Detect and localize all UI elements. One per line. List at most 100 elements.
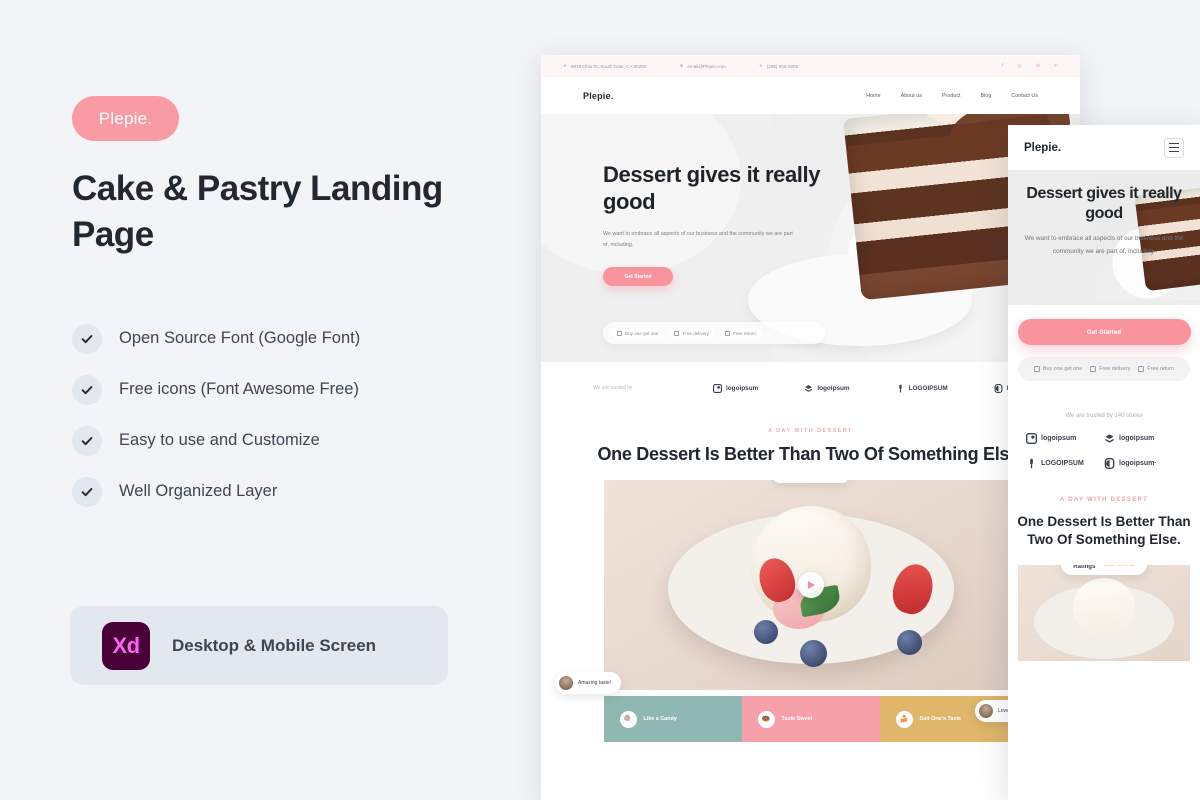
desktop-hero: Dessert gives it really good We want to … <box>541 114 1080 362</box>
hero-copy: Dessert gives it really good We want to … <box>603 162 833 287</box>
logo-item: logoipsum <box>1104 433 1182 444</box>
logoipsum-pin-icon <box>899 384 902 392</box>
pill-label: Free return <box>1147 366 1175 372</box>
get-started-button[interactable]: Get Started <box>603 267 673 287</box>
logoipsum-square-icon <box>1026 433 1037 444</box>
logoipsum-stack-icon <box>805 384 813 392</box>
section-title: One Dessert Is Better Than Two Of Someth… <box>1017 514 1191 547</box>
phone-text: (205) 555-0000 <box>766 63 799 69</box>
pill-label: Free return <box>733 330 756 336</box>
brand-pill-label: Plepie. <box>98 108 153 128</box>
pill-buy-one-get-one: Buy one get one <box>1033 366 1082 372</box>
nav-item-contact-us[interactable]: Contact Us <box>1011 93 1038 99</box>
dessert-photo: 5.0 Ratings ★★★★★ <box>1018 564 1190 661</box>
desktop-navbar: Plepie. Home About us Product Blog Conta… <box>541 77 1080 114</box>
hamburger-menu-icon[interactable] <box>1164 137 1184 158</box>
logo-label: logoipsum <box>817 384 850 392</box>
logoipsum-stack-icon <box>1105 434 1114 443</box>
check-icon <box>72 323 102 354</box>
left-info-panel: Plepie. Cake & Pastry Landing Page Open … <box>0 0 541 800</box>
desktop-trusted-section: We are trusted by logoipsum logoipsum LO… <box>541 362 1080 414</box>
trusted-label: We are trusted by 140 stores <box>1065 413 1143 419</box>
list-item: Easy to use and Customize <box>72 415 502 466</box>
nav-item-product[interactable]: Product <box>942 93 961 99</box>
blueberry-shape <box>896 630 922 656</box>
feature-label: Easy to use and Customize <box>119 431 320 449</box>
desktop-mockup: ● 8819 Ohio St, South Gate, CA 90280 ■ e… <box>541 55 1080 800</box>
email-text: email@Plepie.com <box>687 63 726 69</box>
logoipsum-moon-icon <box>1104 458 1115 469</box>
mobile-hero: Dessert gives it really good We want to … <box>1008 170 1200 305</box>
logo-item: logoipsum <box>713 383 759 393</box>
pill-label: Free delivery <box>682 330 710 336</box>
envelope-icon: ■ <box>679 63 683 69</box>
hero-title: Dessert gives it really good <box>603 162 821 214</box>
mobile-get-started-button[interactable]: Get Started <box>1017 319 1191 345</box>
logo-item: logoipsum· <box>1104 458 1182 469</box>
logo-label: logoipsum <box>726 384 759 392</box>
card-like-a-candy[interactable]: 🍭 Like a Candy <box>603 696 742 743</box>
social-links[interactable]: f ◎ ✉ in <box>1002 63 1058 69</box>
list-item: Open Source Font (Google Font) <box>72 313 502 364</box>
pill-free-return: Free return <box>719 327 762 339</box>
checkbox-icon <box>1090 366 1097 372</box>
logo-item: logoipsum <box>1026 433 1104 444</box>
pill-free-delivery: Free delivery <box>668 327 716 339</box>
phone-info[interactable]: ● (205) 555-0000 <box>759 63 799 69</box>
mobile-navbar: Plepie. <box>1008 125 1200 170</box>
pill-free-delivery: Free delivery <box>1090 366 1130 372</box>
logo-label: logoipsum <box>1041 435 1077 442</box>
logo-label: logoipsum· <box>1119 460 1157 467</box>
trusted-logos: logoipsum logoipsum LOGOIPSUM logoip <box>713 383 1026 393</box>
donut-icon: 🍩 <box>757 710 775 728</box>
feature-list: Open Source Font (Google Font) Free icon… <box>72 313 502 517</box>
address-info: ● 8819 Ohio St, South Gate, CA 90280 <box>563 63 647 69</box>
instagram-icon[interactable]: ◎ <box>1018 63 1022 69</box>
checkbox-icon <box>1138 366 1145 372</box>
card-label: Suit One's Taste <box>919 716 962 723</box>
avatar <box>979 704 993 718</box>
linkedin-icon[interactable]: in <box>1054 63 1058 69</box>
meringue-shape <box>1073 577 1135 636</box>
feature-label: Well Organized Layer <box>119 482 278 500</box>
blueberry-shape <box>799 640 827 668</box>
pill-label: Free delivery <box>1099 366 1131 372</box>
burger-line <box>1169 150 1179 152</box>
facebook-icon[interactable]: f <box>1002 63 1003 69</box>
logoipsum-moon-icon <box>994 383 1003 393</box>
cake-icon: 🍰 <box>895 710 913 728</box>
logoipsum-pin-icon <box>1030 458 1033 469</box>
hero-subtitle: We want to embrace all aspects of our bu… <box>603 230 793 248</box>
rating-score: 5.0 Ratings <box>1073 564 1096 570</box>
blueberry-shape <box>753 620 778 645</box>
twitter-icon[interactable]: ✉ <box>1036 63 1040 69</box>
mobile-feature-pills: Buy one get one Free delivery Free retur… <box>1018 357 1190 381</box>
email-info[interactable]: ■ email@Plepie.com <box>679 63 726 69</box>
desktop-topbar: ● 8819 Ohio St, South Gate, CA 90280 ■ e… <box>541 55 1080 77</box>
logo-item: LOGOIPSUM <box>896 384 948 393</box>
mobile-dessert-section: A DAY WITH DESSERT One Dessert Is Better… <box>1008 497 1200 661</box>
card-label: Taste Sweet <box>781 716 813 723</box>
desktop-logo[interactable]: Plepie. <box>583 91 613 101</box>
mobile-logo[interactable]: Plepie. <box>1024 142 1061 154</box>
feature-label: Open Source Font (Google Font) <box>119 329 361 347</box>
nav-item-blog[interactable]: Blog <box>981 93 992 99</box>
logo-item: logoipsum <box>804 384 850 393</box>
desktop-dessert-section: A DAY WITH DESSERT One Dessert Is Better… <box>541 414 1080 743</box>
logo-label: LOGOIPSUM <box>908 384 948 392</box>
list-item: Well Organized Layer <box>72 466 502 517</box>
xd-badge: Xd Desktop & Mobile Screen <box>70 606 448 685</box>
feature-label: Free icons (Font Awesome Free) <box>119 380 359 398</box>
section-eyebrow: A DAY WITH DESSERT <box>768 428 853 434</box>
xd-badge-label: Desktop & Mobile Screen <box>172 635 377 655</box>
check-icon <box>72 476 102 507</box>
play-button[interactable] <box>797 572 824 599</box>
address-text: 8819 Ohio St, South Gate, CA 90280 <box>571 63 647 69</box>
burger-line <box>1169 143 1179 145</box>
desktop-nav-links: Home About us Product Blog Contact Us <box>866 93 1038 99</box>
checkbox-icon <box>725 330 731 336</box>
mobile-trusted-section: We are trusted by 140 stores logoipsum l… <box>1008 399 1200 475</box>
nav-item-about-us[interactable]: About us <box>901 93 922 99</box>
card-taste-sweet[interactable]: 🍩 Taste Sweet <box>741 696 880 743</box>
nav-item-home[interactable]: Home <box>866 93 880 99</box>
